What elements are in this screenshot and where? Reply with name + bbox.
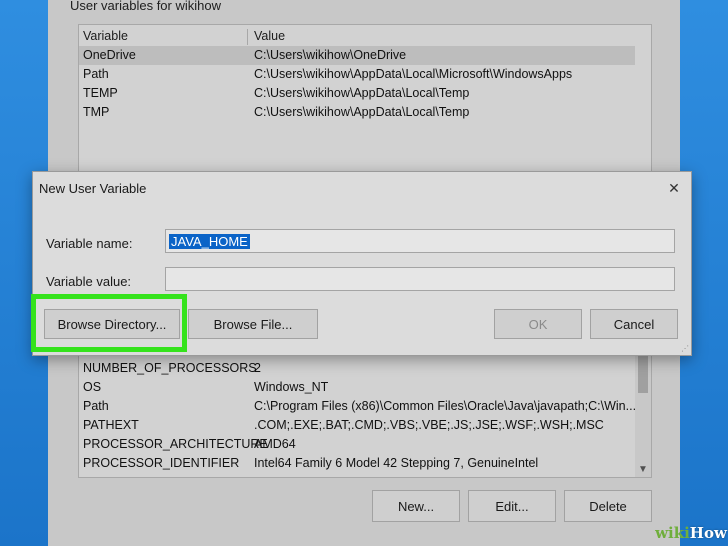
row-variable: TEMP (83, 86, 118, 100)
logo-part-how: How (689, 524, 727, 542)
row-variable: Path (83, 399, 109, 413)
row-value: Intel64 Family 6 Model 42 Stepping 7, Ge… (254, 456, 539, 470)
column-header-variable[interactable]: Variable (83, 29, 128, 43)
user-variables-group-title: User variables for wikihow (70, 0, 221, 13)
row-variable: PROCESSOR_IDENTIFIER (83, 456, 240, 470)
row-variable: Path (83, 67, 109, 81)
column-separator[interactable] (247, 29, 248, 45)
row-value: Windows_NT (254, 380, 329, 394)
variable-value-label: Variable value: (46, 274, 132, 289)
row-value: C:\Users\wikihow\OneDrive (254, 48, 407, 62)
row-variable: OneDrive (83, 48, 136, 62)
list-header: Variable Value (79, 27, 635, 46)
edit-button[interactable]: Edit... (468, 490, 556, 522)
user-variables-list[interactable]: Variable Value OneDrive C:\Users\wikihow… (78, 24, 652, 176)
variable-name-input[interactable]: JAVA_HOME (165, 229, 675, 253)
browse-file-button[interactable]: Browse File... (188, 309, 318, 339)
table-row[interactable]: PATHEXT .COM;.EXE;.BAT;.CMD;.VBS;.VBE;.J… (79, 416, 635, 435)
row-value: C:\Program Files (x86)\Common Files\Orac… (254, 399, 637, 413)
system-variables-list[interactable]: NUMBER_OF_PROCESSORS 2 OS Windows_NT Pat… (78, 350, 652, 478)
row-variable: TMP (83, 105, 110, 119)
logo-part-wiki: wiki (655, 524, 690, 542)
chevron-down-icon[interactable]: ▼ (635, 464, 651, 475)
dialog-title: New User Variable (39, 181, 147, 196)
row-variable: NUMBER_OF_PROCESSORS (83, 361, 257, 375)
new-user-variable-dialog: New User Variable ✕ Variable name: JAVA_… (31, 171, 692, 356)
close-icon[interactable]: ✕ (663, 177, 685, 199)
row-variable: OS (83, 380, 102, 394)
scroll-thumb[interactable] (638, 353, 648, 393)
row-value: C:\Users\wikihow\AppData\Local\Temp (254, 105, 470, 119)
highlight-box (31, 294, 187, 352)
resize-grip-icon[interactable]: ⋰ (681, 344, 689, 353)
table-row[interactable]: PROCESSOR_IDENTIFIER Intel64 Family 6 Mo… (79, 454, 635, 473)
table-row[interactable]: OS Windows_NT (79, 378, 635, 397)
row-value: C:\Users\wikihow\AppData\Local\Microsoft… (254, 67, 573, 81)
variable-name-value: JAVA_HOME (169, 234, 250, 249)
row-variable: PROCESSOR_ARCHITECTURE (83, 437, 268, 451)
row-value: 2 (254, 361, 261, 375)
new-button[interactable]: New... (372, 490, 460, 522)
column-header-value[interactable]: Value (254, 29, 285, 43)
row-value: AMD64 (254, 437, 296, 451)
table-row[interactable]: TMP C:\Users\wikihow\AppData\Local\Temp (79, 103, 635, 122)
cancel-button[interactable]: Cancel (590, 309, 678, 339)
system-list-scrollbar[interactable]: ▼ (635, 351, 651, 477)
row-value: .COM;.EXE;.BAT;.CMD;.VBS;.VBE;.JS;.JSE;.… (254, 418, 604, 432)
table-row[interactable]: OneDrive C:\Users\wikihow\OneDrive (79, 46, 635, 65)
table-row[interactable]: TEMP C:\Users\wikihow\AppData\Local\Temp (79, 84, 635, 103)
table-row[interactable]: Path C:\Program Files (x86)\Common Files… (79, 397, 637, 416)
wikihow-logo: wiki How (654, 522, 728, 544)
row-value: C:\Users\wikihow\AppData\Local\Temp (254, 86, 470, 100)
table-row[interactable]: Path C:\Users\wikihow\AppData\Local\Micr… (79, 65, 635, 84)
row-variable: PATHEXT (83, 418, 139, 432)
variable-value-input[interactable] (165, 267, 675, 291)
table-row[interactable]: PROCESSOR_ARCHITECTURE AMD64 (79, 435, 635, 454)
table-row[interactable]: NUMBER_OF_PROCESSORS 2 (79, 359, 635, 378)
delete-button[interactable]: Delete (564, 490, 652, 522)
ok-button[interactable]: OK (494, 309, 582, 339)
variable-name-label: Variable name: (46, 236, 133, 251)
